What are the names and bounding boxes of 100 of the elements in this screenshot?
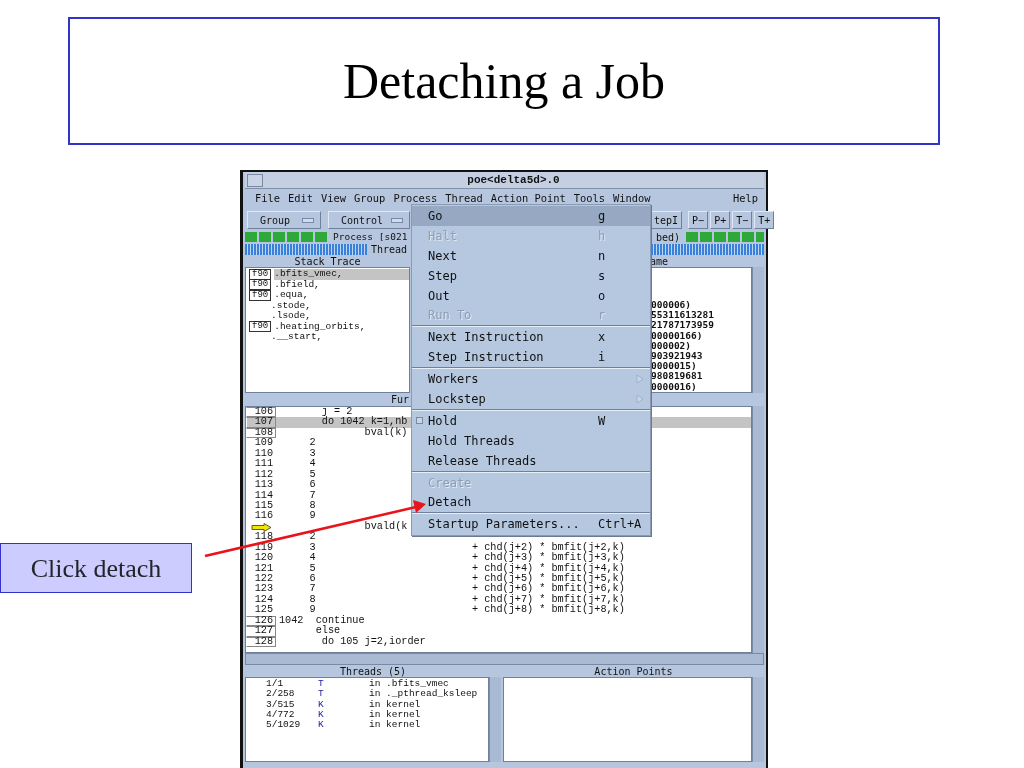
line-number: 128: [246, 636, 276, 648]
dropdown-button[interactable]: Group: [247, 211, 321, 229]
line-number: 123: [253, 584, 274, 595]
thread-state: T: [318, 689, 325, 700]
code-line: 8: [308, 499, 316, 511]
thread-location: in kernel: [369, 720, 422, 731]
menu-item[interactable]: Hold Threads: [412, 430, 650, 451]
stack-frame[interactable]: .__start,: [271, 332, 409, 343]
window-menu-button[interactable]: [247, 173, 263, 187]
thread-location: in kernel: [369, 709, 422, 720]
code-line: 1042 continue: [279, 614, 365, 626]
window-title: poe<delta5d>.0: [466, 172, 561, 188]
menu-item[interactable]: Out o: [412, 285, 650, 306]
thread-state: K: [318, 709, 325, 721]
line-number: 118: [253, 532, 274, 543]
menu-item[interactable]: Step Instruction i: [412, 347, 650, 368]
code-line: 3: [308, 447, 316, 459]
toolbar-button[interactable]: tepI: [650, 211, 683, 229]
variable-value: 21787173959: [651, 320, 715, 331]
menu-item[interactable]: View: [321, 191, 347, 207]
variable-value: 55311613281: [651, 310, 715, 321]
dropdown-indicator-icon: [391, 217, 403, 223]
thread-id: 5/1029: [266, 720, 302, 731]
menu-item[interactable]: Lockstep: [412, 389, 650, 409]
stack-frame[interactable]: .equa,: [274, 290, 409, 301]
thread-id: 4/772: [266, 709, 296, 720]
language-tag: f90: [249, 321, 272, 333]
line-number: 124: [253, 594, 274, 605]
stack-frame[interactable]: .bfield,: [274, 279, 409, 290]
code-line: + chd(j+2) * bmfit(j+2,k): [472, 542, 625, 553]
menu-item[interactable]: Detach: [412, 492, 650, 513]
toolbar-button[interactable]: P+: [710, 211, 731, 229]
menu-item[interactable]: Hold W: [412, 410, 650, 431]
menu-item[interactable]: Tools: [573, 191, 606, 207]
panel-header: Fur: [391, 393, 410, 407]
code-line: 5: [308, 468, 316, 480]
code-line: 8: [308, 593, 316, 605]
line-number: 108: [246, 427, 276, 439]
line-number: 110: [253, 448, 274, 459]
panel-header: Stack Trace: [294, 254, 361, 269]
code-line: do 1042 k=1,nb: [320, 416, 408, 428]
vertical-scrollbar[interactable]: [752, 267, 764, 393]
menu-item[interactable]: Thread: [445, 191, 483, 207]
code-line: 6: [308, 479, 316, 491]
code-line: 9: [308, 604, 316, 616]
thread-location: in kernel: [369, 699, 422, 710]
submenu-arrow-icon: [636, 393, 644, 404]
vertical-scrollbar[interactable]: [489, 677, 501, 762]
menu-item[interactable]: File: [255, 191, 281, 207]
language-tag: f90: [249, 289, 272, 301]
menu-item[interactable]: Help: [732, 191, 758, 207]
line-number: 106: [246, 407, 276, 418]
line-number: 107: [246, 417, 276, 428]
dropdown-indicator-icon: [302, 217, 314, 223]
code-line: j = 2: [320, 407, 353, 417]
panel-header: Action Points: [594, 664, 673, 679]
code-line: + chd(j+6) * bmfit(j+6,k): [472, 584, 625, 595]
slide-title: Detaching a Job: [68, 17, 940, 145]
code-line: do 105 j=2,iorder: [320, 635, 426, 647]
line-number: 111: [253, 459, 274, 470]
stack-frame[interactable]: .stode,: [271, 300, 409, 311]
variable-value: 000002): [651, 340, 692, 351]
toolbar-button[interactable]: T+: [754, 211, 775, 229]
stack-frame[interactable]: .heating_orbits,: [274, 321, 409, 332]
submenu-arrow-icon: [636, 374, 644, 385]
line-number: 113: [253, 480, 274, 491]
code-line: bval(k): [363, 426, 408, 438]
checkbox[interactable]: [416, 417, 423, 425]
code-line: 7: [308, 583, 316, 595]
menu-item[interactable]: Window: [613, 191, 651, 207]
line-number: 126: [246, 615, 276, 627]
menu-item[interactable]: Workers: [412, 369, 650, 389]
menu-item[interactable]: Action Point: [490, 191, 566, 207]
menu-item[interactable]: Startup Parameters... Ctrl+A: [412, 514, 650, 535]
code-line: + chd(j+4) * bmfit(j+4,k): [472, 563, 625, 574]
stack-frame[interactable]: .bfits_vmec,: [274, 269, 409, 280]
variable-value: 0000015): [651, 361, 698, 372]
language-tag: f90: [249, 279, 272, 291]
line-number: 125: [253, 605, 274, 616]
vertical-scrollbar[interactable]: [752, 677, 764, 762]
code-line: 5: [308, 562, 316, 574]
menu-item[interactable]: Edit: [288, 191, 314, 207]
menu-item[interactable]: Release Threads: [412, 450, 650, 471]
line-number: 112: [253, 469, 274, 480]
menu-item[interactable]: Group: [354, 191, 386, 207]
menu-item[interactable]: Go g: [412, 206, 650, 226]
thread-state: K: [318, 699, 325, 710]
menu-item[interactable]: Process: [393, 191, 438, 207]
code-line: 3: [308, 541, 316, 553]
menu-item[interactable]: Next Instruction x: [412, 327, 650, 348]
dropdown-button[interactable]: Control: [328, 211, 410, 229]
toolbar-button[interactable]: P−: [688, 211, 709, 229]
stack-frame[interactable]: .lsode,: [271, 311, 409, 322]
menu-item[interactable]: Next n: [412, 245, 650, 266]
toolbar-button[interactable]: T−: [732, 211, 753, 229]
line-number: 122: [253, 574, 274, 584]
horizontal-scrollbar[interactable]: [245, 653, 764, 665]
vertical-scrollbar[interactable]: [752, 406, 764, 653]
code-line: 4: [308, 552, 316, 564]
menu-item[interactable]: Step s: [412, 265, 650, 286]
